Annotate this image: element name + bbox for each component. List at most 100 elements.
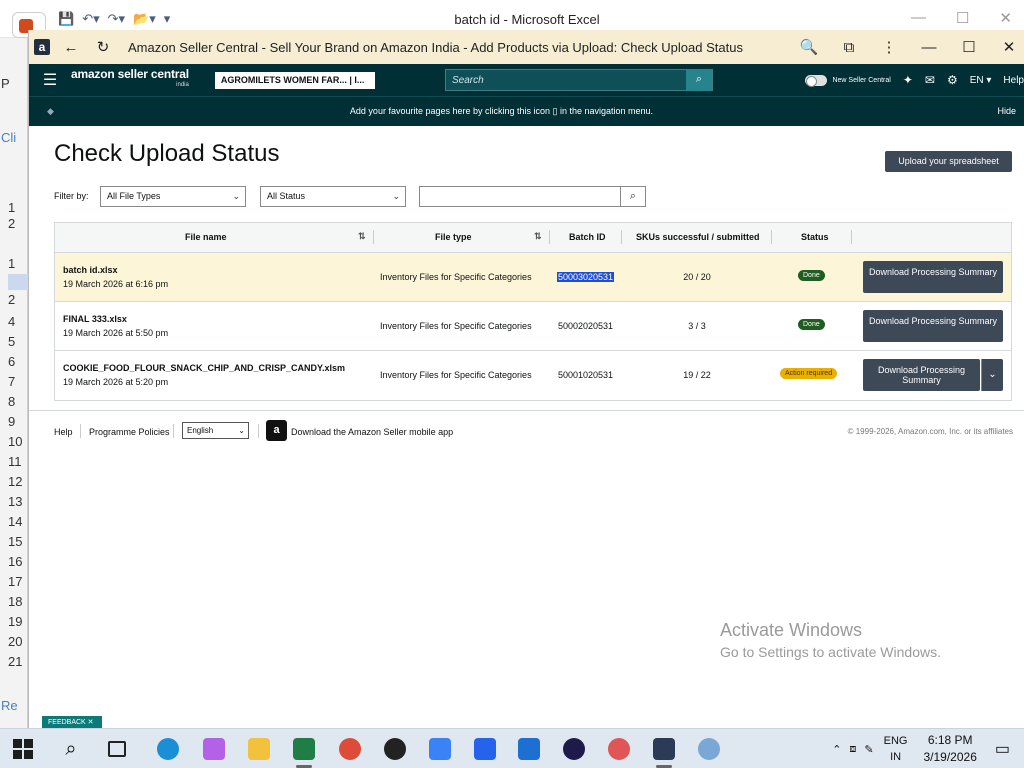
- p-app-icon[interactable]: [563, 738, 585, 760]
- file-name: FINAL 333.xlsx: [63, 314, 127, 324]
- more-menu-icon[interactable]: ⋮: [878, 38, 900, 56]
- maximize-icon[interactable]: ☐: [958, 38, 980, 56]
- hamburger-menu-icon[interactable]: ☰: [35, 70, 65, 90]
- excel-row-number[interactable]: 8: [8, 394, 28, 409]
- chevron-up-icon[interactable]: ⌃: [832, 743, 841, 756]
- excel-row-number[interactable]: 5: [8, 334, 28, 349]
- header-file-name[interactable]: File name: [185, 232, 227, 242]
- footer-language-select[interactable]: English ⌄: [182, 422, 249, 439]
- download-summary-button[interactable]: Download Processing Summary: [863, 359, 980, 391]
- excel-row-number[interactable]: 20: [8, 634, 28, 649]
- close-icon[interactable]: ✕: [998, 38, 1020, 56]
- store-selector[interactable]: AGROMILETS WOMEN FAR... | I...: [214, 71, 375, 89]
- network-icon[interactable]: ⧈: [849, 743, 856, 756]
- language-selector[interactable]: EN ▾: [970, 75, 992, 86]
- extensions-icon[interactable]: ⧉: [838, 39, 860, 56]
- copilot-icon[interactable]: [203, 738, 225, 760]
- reload-icon[interactable]: ↻: [92, 38, 114, 56]
- sparkle-icon[interactable]: ✦: [903, 73, 913, 87]
- excel-row-number[interactable]: 7: [8, 374, 28, 389]
- batch-id[interactable]: 50002020531: [557, 321, 614, 331]
- anydesk-icon[interactable]: [474, 738, 496, 760]
- excel-row-number[interactable]: 13: [8, 494, 28, 509]
- help-link[interactable]: Help: [1003, 75, 1024, 86]
- status-badge: Done: [798, 319, 825, 330]
- clock-time: 6:18 PM: [927, 733, 973, 747]
- excel-row-number[interactable]: 18: [8, 594, 28, 609]
- windows-taskbar: ⌕ ⌃ ⧈ ✎ ENG IN 6:18 PM 3/19/2026 ▭: [0, 728, 1024, 768]
- excel-row-number[interactable]: 6: [8, 354, 28, 369]
- minimize-icon[interactable]: —: [918, 39, 940, 56]
- search-icon[interactable]: ⌕: [60, 738, 82, 760]
- footer-help-link[interactable]: Help: [54, 427, 73, 437]
- header-status: Status: [801, 232, 829, 242]
- excel-row-number[interactable]: 17: [8, 574, 28, 589]
- file-explorer-icon[interactable]: [248, 738, 270, 760]
- excel-row-number[interactable]: 4: [8, 314, 28, 329]
- close-icon[interactable]: ✕: [999, 9, 1012, 27]
- task-view-icon[interactable]: [108, 741, 126, 757]
- pen-icon[interactable]: ✎: [864, 743, 873, 756]
- excel-row-number[interactable]: 11: [8, 454, 28, 469]
- chatgpt-icon[interactable]: [384, 738, 406, 760]
- excel-row-number[interactable]: 9: [8, 414, 28, 429]
- excel-row-number[interactable]: 19: [8, 614, 28, 629]
- excel-row-number[interactable]: 15: [8, 534, 28, 549]
- chrome-icon[interactable]: [339, 738, 361, 760]
- upload-spreadsheet-button[interactable]: Upload your spreadsheet: [885, 151, 1012, 172]
- batch-id[interactable]: 50001020531: [557, 370, 614, 380]
- excel-icon[interactable]: [293, 738, 315, 760]
- clock[interactable]: 6:18 PM 3/19/2026: [923, 732, 976, 766]
- excel-row-number[interactable]: 21: [8, 654, 28, 669]
- file-type-select[interactable]: All File Types ⌄: [100, 186, 246, 207]
- excel-row-number[interactable]: 12: [8, 474, 28, 489]
- status-badge: Action required: [780, 368, 838, 379]
- windows-start-icon[interactable]: [13, 739, 33, 759]
- system-tray: ⌃ ⧈ ✎ ENG IN 6:18 PM 3/19/2026 ▭: [832, 729, 1024, 768]
- excel-row-number[interactable]: 16: [8, 554, 28, 569]
- search-icon[interactable]: ⌕: [621, 186, 646, 207]
- back-arrow-icon[interactable]: ←: [60, 39, 82, 56]
- excel-row-number[interactable]: 1: [8, 256, 28, 271]
- hide-favourites-link[interactable]: Hide: [997, 106, 1016, 116]
- status-select[interactable]: All Status ⌄: [260, 186, 406, 207]
- footer-language-value: English: [187, 426, 214, 435]
- status-select-value: All Status: [267, 191, 306, 201]
- footer-policies-link[interactable]: Programme Policies: [89, 427, 170, 437]
- notifications-icon[interactable]: ▭: [995, 739, 1010, 759]
- excel-row-number[interactable]: 10: [8, 434, 28, 449]
- excel-row-number[interactable]: 1: [8, 200, 28, 215]
- search-icon[interactable]: ⌕: [686, 69, 712, 91]
- gear-icon[interactable]: ⚙: [947, 73, 958, 87]
- toggle-switch[interactable]: [805, 74, 828, 87]
- download-summary-button[interactable]: Download Processing Summary: [863, 310, 1003, 342]
- excel-row-number[interactable]: 14: [8, 514, 28, 529]
- paint-icon[interactable]: [698, 738, 720, 760]
- download-summary-button[interactable]: Download Processing Summary: [863, 261, 1003, 293]
- input-language[interactable]: ENG IN: [884, 733, 908, 765]
- sort-icon[interactable]: ⇅: [534, 231, 542, 242]
- batch-search-input[interactable]: [419, 186, 621, 207]
- search-input[interactable]: Search: [446, 75, 686, 86]
- media-app-icon[interactable]: [608, 738, 630, 760]
- header-file-type[interactable]: File type: [435, 232, 472, 242]
- new-seller-central-toggle[interactable]: New Seller Central: [805, 74, 891, 87]
- blue-app-icon[interactable]: [429, 738, 451, 760]
- maximize-icon[interactable]: ☐: [956, 9, 969, 27]
- edge-icon[interactable]: [157, 738, 179, 760]
- file-type: Inventory Files for Specific Categories: [380, 321, 532, 331]
- zoom-icon[interactable]: 🔍: [798, 38, 820, 56]
- chevron-down-icon[interactable]: ⌄: [981, 359, 1003, 391]
- batch-id[interactable]: 50003020531: [557, 272, 615, 282]
- ibb-icon[interactable]: [518, 738, 540, 760]
- amazon-app-icon[interactable]: a: [266, 420, 287, 441]
- excel-row-number[interactable]: 2: [8, 292, 28, 307]
- download-app-link[interactable]: Download the Amazon Seller mobile app: [291, 427, 453, 437]
- seller-central-logo[interactable]: amazon seller central india: [71, 68, 189, 91]
- nav-search-box[interactable]: Search ⌕: [445, 69, 713, 91]
- minimize-icon[interactable]: —: [911, 9, 926, 27]
- mail-icon[interactable]: ✉: [925, 73, 935, 87]
- excel-row-number[interactable]: 2: [8, 216, 28, 231]
- amazon-seller-app-icon[interactable]: [653, 738, 675, 760]
- sort-icon[interactable]: ⇅: [358, 231, 366, 242]
